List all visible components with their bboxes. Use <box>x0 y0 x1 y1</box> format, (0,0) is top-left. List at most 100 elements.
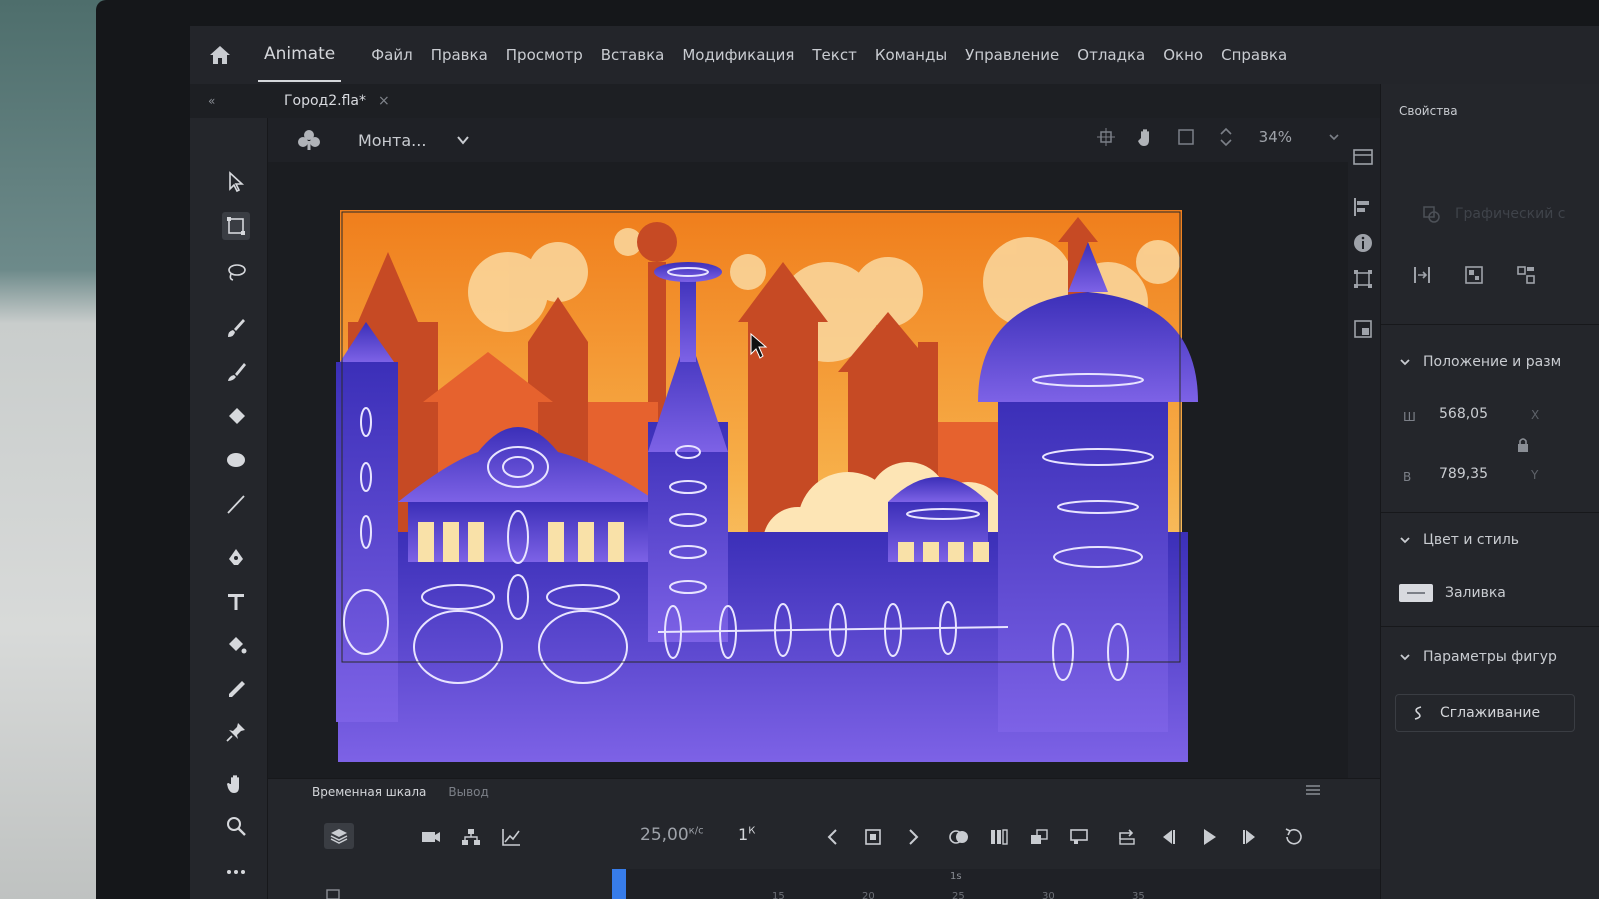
rewind-loop-icon[interactable] <box>1282 827 1304 847</box>
layer-parenting-icon[interactable] <box>460 827 482 847</box>
align-panel-icon[interactable] <box>1352 196 1374 218</box>
insert-blank-keyframe-icon[interactable] <box>1068 827 1090 847</box>
hand-tool-icon[interactable] <box>222 770 250 798</box>
step-forward-icon[interactable] <box>1238 827 1260 847</box>
menu-view[interactable]: Просмотр <box>506 46 583 64</box>
menu-file[interactable]: Файл <box>371 46 412 64</box>
scene-select-label: Монта... <box>358 130 427 150</box>
prev-keyframe-icon[interactable] <box>822 827 844 847</box>
width-field[interactable]: 568,05 <box>1439 406 1488 422</box>
eraser-tool-icon[interactable] <box>222 402 250 430</box>
stage-view-tools: 34% <box>1077 126 1340 148</box>
line-tool-icon[interactable] <box>222 490 250 518</box>
add-layer-icon[interactable] <box>326 889 340 899</box>
stage-pasteboard[interactable] <box>268 162 1401 885</box>
text-tool-icon[interactable] <box>222 588 250 616</box>
y-label: Y <box>1531 468 1539 482</box>
info-panel-icon[interactable] <box>1352 232 1374 254</box>
eyedropper-tool-icon[interactable] <box>222 676 250 704</box>
menu-modify[interactable]: Модификация <box>682 46 794 64</box>
position-size-section[interactable]: Положение и разм <box>1399 354 1561 370</box>
menu-insert[interactable]: Вставка <box>601 46 665 64</box>
zoom-level[interactable]: 34% <box>1259 128 1292 146</box>
loop-icon[interactable] <box>1116 827 1138 847</box>
current-frame-field[interactable]: 1К <box>738 825 755 844</box>
home-icon[interactable] <box>208 44 232 66</box>
menu-text[interactable]: Текст <box>812 46 856 64</box>
assets-panel-icon[interactable] <box>1352 318 1374 340</box>
pin-tool-icon[interactable] <box>222 718 250 746</box>
menu-debug[interactable]: Отладка <box>1077 46 1145 64</box>
paint-bucket-tool-icon[interactable] <box>222 632 250 660</box>
fill-swatch[interactable] <box>1399 584 1433 602</box>
menu-commands[interactable]: Команды <box>875 46 947 64</box>
fit-stage-icon[interactable] <box>1215 126 1237 148</box>
camera-icon[interactable] <box>420 827 442 847</box>
ruler-tick: 25 <box>952 891 965 899</box>
toolbox <box>190 118 268 899</box>
zoom-tool-icon[interactable] <box>222 812 250 840</box>
graph-icon[interactable] <box>500 827 522 847</box>
align-left-icon[interactable] <box>1411 264 1433 286</box>
onion-skin-icon[interactable] <box>948 827 970 847</box>
fill-row[interactable]: Заливка <box>1399 584 1506 602</box>
lock-icon[interactable] <box>1515 437 1531 453</box>
ruler-tick: 20 <box>862 891 875 899</box>
insert-keyframe-icon[interactable] <box>862 827 884 847</box>
brush-tool-icon[interactable] <box>222 358 250 386</box>
smoothing-label: Сглаживание <box>1440 705 1541 721</box>
close-icon[interactable]: × <box>378 93 390 109</box>
frame-ruler[interactable]: 15 20 25 30 35 1s <box>612 869 1380 899</box>
document-tab-bar: « Город2.fla* × <box>190 84 1380 118</box>
ruler-tick: 30 <box>1042 891 1055 899</box>
menu-control[interactable]: Управление <box>965 46 1059 64</box>
pen-tool-icon[interactable] <box>222 544 250 572</box>
collapse-panel-icon[interactable]: « <box>190 94 240 108</box>
step-back-icon[interactable] <box>1158 827 1180 847</box>
stage-toolbar: Монта... 34% <box>268 118 1380 162</box>
menu-help[interactable]: Справка <box>1221 46 1287 64</box>
layers-icon[interactable] <box>324 823 354 849</box>
oval-tool-icon[interactable] <box>222 446 250 474</box>
library-panel-icon[interactable] <box>1352 146 1374 168</box>
document-tab[interactable]: Город2.fla* × <box>284 93 390 109</box>
object-type-row: Графический с <box>1421 204 1565 224</box>
position-size-label: Положение и разм <box>1423 354 1562 370</box>
rotate-hand-icon[interactable] <box>1135 126 1157 148</box>
tab-output[interactable]: Вывод <box>448 785 488 799</box>
panel-menu-icon[interactable] <box>1306 785 1320 795</box>
frame-rate-field[interactable]: 25,00к/с <box>640 825 704 845</box>
fill-label: Заливка <box>1445 585 1506 601</box>
more-tools-icon[interactable] <box>222 858 250 886</box>
align-buttons <box>1411 264 1567 286</box>
shape-params-section[interactable]: Параметры фигур <box>1399 649 1557 665</box>
create-tween-icon[interactable] <box>1028 827 1050 847</box>
playhead[interactable] <box>612 869 626 899</box>
menu-window[interactable]: Окно <box>1163 46 1203 64</box>
color-style-label: Цвет и стиль <box>1423 532 1520 548</box>
ruler-tick: 35 <box>1132 891 1145 899</box>
city-artwork[interactable] <box>328 202 1228 762</box>
paint-brush-tool-icon[interactable] <box>222 314 250 342</box>
scene-select[interactable]: Монта... <box>358 131 470 150</box>
smoothing-button[interactable]: Сглаживание <box>1395 694 1575 732</box>
properties-panel: Свойства Графический с Положение и разм … <box>1380 84 1599 899</box>
color-style-section[interactable]: Цвет и стиль <box>1399 532 1519 548</box>
menu-edit[interactable]: Правка <box>431 46 488 64</box>
lasso-tool-icon[interactable] <box>222 258 250 286</box>
tab-timeline[interactable]: Временная шкала <box>312 785 426 799</box>
app-name-tab[interactable]: Animate <box>258 28 342 82</box>
clip-stage-icon[interactable] <box>1175 126 1197 148</box>
zoom-chevron-down-icon[interactable] <box>1328 131 1340 143</box>
edit-multiple-frames-icon[interactable] <box>988 827 1010 847</box>
selection-tool-icon[interactable] <box>222 168 250 196</box>
scene-clubs-icon[interactable] <box>296 127 322 153</box>
transform-panel-icon[interactable] <box>1352 268 1374 290</box>
play-icon[interactable] <box>1198 827 1220 847</box>
height-field[interactable]: 789,35 <box>1439 466 1488 482</box>
free-transform-tool-icon[interactable] <box>222 212 250 240</box>
next-keyframe-icon[interactable] <box>902 827 924 847</box>
distribute-icon[interactable] <box>1515 264 1537 286</box>
snap-icon[interactable] <box>1095 126 1117 148</box>
symbol-grid-icon[interactable] <box>1463 264 1485 286</box>
